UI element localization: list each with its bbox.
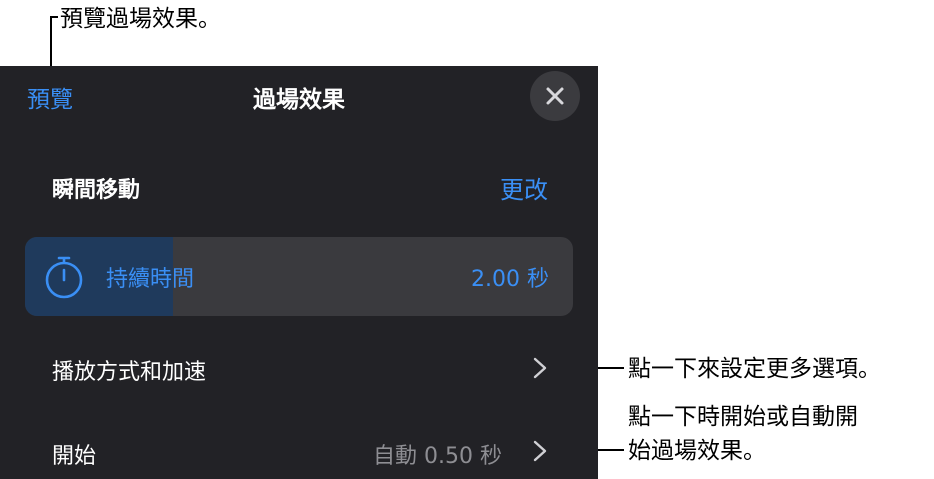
transition-name: 瞬間移動 — [52, 178, 141, 203]
duration-value: 2.00 秒 — [471, 267, 549, 292]
preview-callout: 預覽過場效果。 — [60, 6, 221, 32]
duration-slider[interactable]: 持續時間 2.00 秒 — [25, 237, 573, 316]
duration-label: 持續時間 — [106, 267, 195, 292]
playback-row[interactable]: 播放方式和加速 — [52, 354, 206, 386]
close-icon — [546, 87, 564, 105]
panel-title: 過場效果 — [253, 87, 345, 113]
chevron-right-icon[interactable] — [533, 357, 547, 379]
close-button[interactable] — [530, 71, 580, 121]
change-button[interactable]: 更改 — [500, 170, 548, 205]
transition-panel: 過場效果 預覽 瞬間移動 更改 持續時間 2.00 秒 播放方式和加速 開始 自… — [0, 66, 598, 479]
options-callout: 點一下來設定更多選項。 — [628, 356, 881, 382]
start-callout-line1: 點一下時開始或自動開 — [628, 404, 858, 430]
figure: 預覽過場效果。 點一下來設定更多選項。 點一下時開始或自動開 始過場效果。 過場… — [0, 0, 934, 479]
start-value: 自動 0.50 秒 — [373, 444, 502, 469]
start-callout-line2: 始過場效果。 — [628, 438, 766, 464]
start-row[interactable]: 開始 — [52, 438, 96, 470]
chevron-right-icon[interactable] — [533, 440, 547, 462]
stopwatch-icon — [45, 256, 83, 299]
preview-button[interactable]: 預覽 — [27, 80, 73, 114]
preview-callout-tick — [50, 16, 58, 18]
